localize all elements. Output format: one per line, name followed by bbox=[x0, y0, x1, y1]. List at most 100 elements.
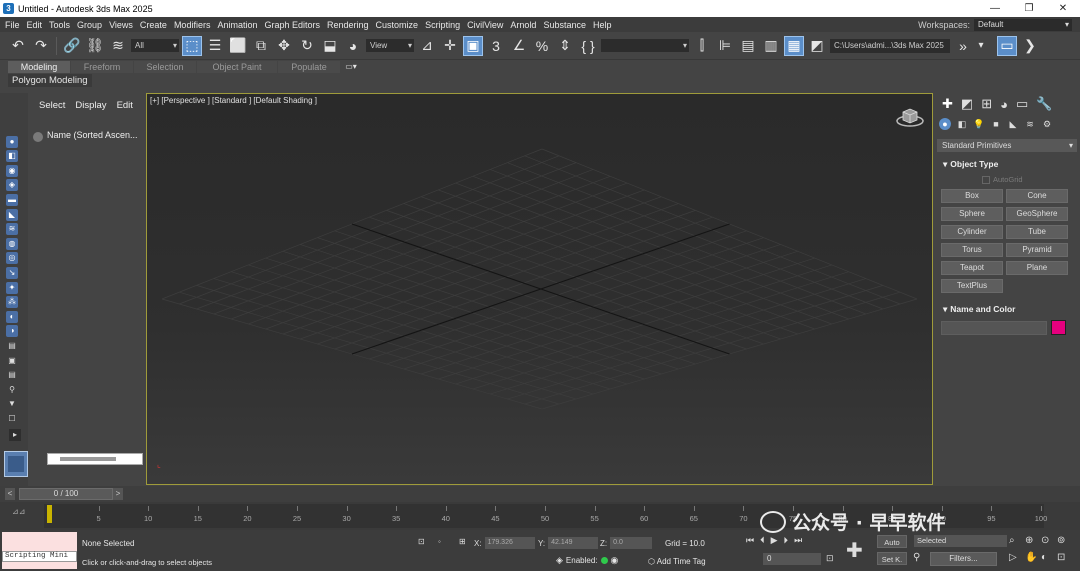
menu-animation[interactable]: Animation bbox=[215, 20, 262, 30]
z-coordinate-input[interactable]: 0.0 bbox=[610, 537, 653, 549]
systems-icon[interactable]: ⚙ bbox=[1041, 118, 1053, 130]
add-time-tag-button[interactable]: Add Time Tag bbox=[657, 557, 706, 566]
maximize-viewport-icon[interactable]: ⊡ bbox=[1057, 552, 1073, 563]
box-button[interactable]: Box bbox=[941, 189, 1003, 203]
next-key-icon[interactable]: ⏵ bbox=[784, 535, 789, 546]
tab-selection[interactable]: Selection bbox=[134, 60, 196, 73]
maximize-button[interactable]: ❐ bbox=[1012, 3, 1046, 14]
pivot-center-icon[interactable]: ⊿ bbox=[417, 36, 437, 56]
previous-key-icon[interactable]: ⏴ bbox=[760, 535, 765, 546]
display-references-icon[interactable]: ▣ bbox=[6, 355, 18, 367]
curve-editor-icon[interactable]: ◩ bbox=[807, 36, 827, 56]
create-tab-icon[interactable]: ✚ bbox=[942, 96, 953, 112]
menu-graph-editors[interactable]: Graph Editors bbox=[262, 20, 325, 30]
next-frame-button[interactable]: > bbox=[113, 488, 123, 500]
menu-customize[interactable]: Customize bbox=[374, 20, 424, 30]
previous-frame-button[interactable]: < bbox=[5, 488, 15, 500]
current-frame-input[interactable]: 0 bbox=[763, 553, 821, 565]
lock-cell-icon[interactable]: ☐ bbox=[6, 413, 18, 425]
set-key-button[interactable]: Set K. bbox=[877, 552, 907, 565]
helpers-icon[interactable]: ◣ bbox=[1007, 118, 1019, 130]
unlink-icon[interactable]: ⛓ bbox=[85, 36, 105, 56]
display-groups-icon[interactable]: ◎ bbox=[6, 252, 18, 265]
display-spacewarps-icon[interactable]: ◍ bbox=[6, 237, 18, 250]
orbit-icon[interactable]: ◐ bbox=[1041, 552, 1057, 563]
window-crossing-icon[interactable]: ⧉ bbox=[251, 36, 271, 56]
project-path[interactable]: C:\Users\admi...\3ds Max 2025 bbox=[830, 38, 950, 53]
key-mode-toggle-icon[interactable]: ⚲ bbox=[913, 552, 920, 563]
x-coordinate-input[interactable]: 179.326 bbox=[484, 537, 535, 549]
collapse-icon[interactable]: ❯ bbox=[1020, 36, 1040, 56]
filter-funnel-icon[interactable]: ⚲ bbox=[6, 384, 18, 396]
rectangular-selection-icon[interactable]: ⬜ bbox=[228, 36, 248, 56]
menu-group[interactable]: Group bbox=[75, 20, 107, 30]
time-slider-thumb[interactable]: 0 / 100 bbox=[19, 488, 113, 500]
display-shapes-icon[interactable]: ◈ bbox=[6, 179, 18, 192]
tab-modeling[interactable]: Modeling bbox=[8, 60, 70, 73]
cylinder-button[interactable]: Cylinder bbox=[941, 225, 1003, 239]
scene-explorer-toggle-icon[interactable]: ▤ bbox=[738, 36, 758, 56]
display-xrefs-icon[interactable]: ↘ bbox=[6, 266, 18, 279]
display-containers-icon[interactable]: ⁂ bbox=[6, 296, 18, 309]
select-manipulate-icon[interactable]: ✛ bbox=[440, 36, 460, 56]
display-frozen-icon[interactable]: ◐ bbox=[6, 310, 18, 323]
key-mode-icon[interactable]: ⊡ bbox=[826, 553, 834, 564]
zoom-extents-all-icon[interactable]: ⊚ bbox=[1057, 535, 1073, 546]
cameras-icon[interactable]: ■ bbox=[990, 118, 1002, 130]
minimize-button[interactable]: — bbox=[978, 3, 1012, 14]
absolute-mode-icon[interactable]: ⊞ bbox=[459, 537, 466, 546]
pan-icon[interactable]: ✋ bbox=[1025, 552, 1041, 563]
adaptive-degradation-icon[interactable]: ◈ bbox=[556, 555, 563, 566]
expand-toolbar-icon[interactable]: ▸ bbox=[9, 429, 21, 441]
selection-lock-icon[interactable]: ◦ bbox=[438, 537, 441, 546]
move-icon[interactable]: ✥ bbox=[274, 36, 294, 56]
current-frame-marker[interactable] bbox=[47, 505, 52, 523]
plane-button[interactable]: Plane bbox=[1006, 261, 1068, 275]
undo-icon[interactable]: ↶ bbox=[8, 36, 28, 56]
window-layout-icon[interactable]: ▭ bbox=[997, 35, 1017, 56]
ribbon-options-icon[interactable]: ▭▾ bbox=[341, 61, 361, 73]
named-selection-dropdown[interactable] bbox=[601, 39, 689, 52]
menu-help[interactable]: Help bbox=[591, 20, 617, 30]
display-bones-icon[interactable]: ✦ bbox=[6, 281, 18, 294]
auto-key-button[interactable]: Auto bbox=[877, 535, 907, 548]
menu-substance[interactable]: Substance bbox=[541, 20, 591, 30]
play-icon[interactable]: ▶ bbox=[771, 535, 778, 546]
set-key-large-icon[interactable]: ✚ bbox=[846, 538, 863, 563]
torus-button[interactable]: Torus bbox=[941, 243, 1003, 257]
ribbon-toggle-icon[interactable]: ▦ bbox=[784, 35, 804, 56]
explorer-scrollbar[interactable] bbox=[47, 453, 143, 465]
menu-rendering[interactable]: Rendering bbox=[325, 20, 374, 30]
menu-create[interactable]: Create bbox=[138, 20, 172, 30]
space-warps-icon[interactable]: ≋ bbox=[1024, 118, 1036, 130]
layer-explorer-button[interactable] bbox=[4, 451, 28, 477]
explorer-menu-display[interactable]: Display bbox=[75, 100, 106, 111]
close-button[interactable]: ✕ bbox=[1046, 3, 1080, 14]
display-tab-icon[interactable]: ▭ bbox=[1016, 96, 1028, 112]
menu-scripting[interactable]: Scripting bbox=[423, 20, 465, 30]
ribbon-polygon-modeling[interactable]: Polygon Modeling bbox=[8, 74, 92, 87]
menu-civilview[interactable]: CivilView bbox=[465, 20, 508, 30]
lights-icon[interactable]: 💡 bbox=[973, 118, 985, 130]
display-hidden-icon[interactable]: ◑ bbox=[6, 325, 18, 338]
enabled-indicator-icon[interactable] bbox=[600, 557, 608, 564]
zoom-extents-icon[interactable]: ⊙ bbox=[1041, 535, 1057, 546]
explorer-menu-edit[interactable]: Edit bbox=[117, 100, 133, 111]
teapot-button[interactable]: Teapot bbox=[941, 261, 1003, 275]
key-filter-dropdown[interactable]: Selected bbox=[914, 535, 1007, 547]
place-icon[interactable]: ◕ bbox=[343, 36, 363, 56]
tab-populate[interactable]: Populate bbox=[278, 60, 340, 73]
geometry-icon[interactable]: ● bbox=[939, 118, 951, 130]
modify-tab-icon[interactable]: ◩ bbox=[961, 96, 973, 112]
bind-space-warp-icon[interactable]: ≋ bbox=[108, 36, 128, 56]
object-color-swatch[interactable] bbox=[1051, 320, 1066, 335]
explorer-menu-select[interactable]: Select bbox=[39, 100, 65, 111]
go-to-end-icon[interactable]: ⏭ bbox=[794, 535, 802, 546]
named-selection-sets-icon[interactable]: { } bbox=[578, 36, 598, 56]
display-geometry-icon[interactable]: ◉ bbox=[6, 164, 18, 177]
select-by-name-icon[interactable]: ☰ bbox=[205, 36, 225, 56]
object-name-input[interactable] bbox=[941, 320, 1047, 335]
link-icon[interactable]: 🔗 bbox=[62, 36, 82, 56]
align-icon[interactable]: ⊫ bbox=[715, 36, 735, 56]
utilities-tab-icon[interactable]: 🔧 bbox=[1036, 96, 1052, 112]
